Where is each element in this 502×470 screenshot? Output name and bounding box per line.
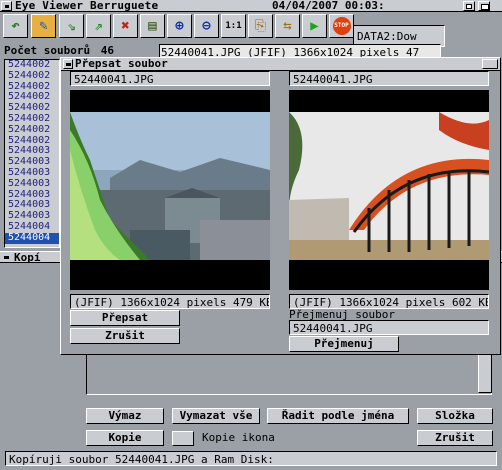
target-list[interactable] bbox=[86, 350, 492, 395]
file-count-label: Počet souborů 46 bbox=[4, 44, 114, 57]
scrollbar[interactable] bbox=[478, 353, 492, 393]
title-bar[interactable]: Eye Viewer Berruguete 04/04/2007 00:03: bbox=[0, 0, 502, 12]
depth-icon[interactable] bbox=[463, 1, 475, 11]
copy-button[interactable]: Kopie bbox=[86, 430, 164, 446]
overwrite-dialog: Přepsat soubor 52440041.JPG 52440041.JPG bbox=[60, 57, 501, 355]
folder-button[interactable]: Složka bbox=[417, 408, 493, 424]
window-title: Eye Viewer Berruguete bbox=[15, 0, 159, 12]
overwrite-button[interactable]: Přepsat bbox=[70, 310, 180, 326]
close-icon[interactable] bbox=[1, 1, 12, 11]
count-label-text: Počet souborů bbox=[4, 44, 91, 57]
list-item[interactable]: 5244002 bbox=[5, 71, 59, 82]
file-list[interactable]: 5244002 5244002 5244002 5244002 5244002 52440… bbox=[4, 59, 60, 248]
target-info: (JFIF) 1366x1024 pixels 602 KB bbox=[289, 294, 489, 309]
depth-icon[interactable] bbox=[482, 59, 498, 69]
image-edit-icon[interactable]: ✎ bbox=[31, 14, 56, 38]
target-photo bbox=[289, 90, 489, 290]
source-image-preview bbox=[70, 90, 270, 290]
source-photo bbox=[70, 90, 270, 290]
arrow-down-icon[interactable]: ⇘ bbox=[59, 14, 84, 38]
list-item[interactable]: 5244003 bbox=[5, 211, 59, 222]
sort-by-name-button[interactable]: Řadit podle jména bbox=[267, 408, 409, 424]
list-item[interactable]: 5244002 bbox=[5, 103, 59, 114]
status-bar: Kopíruji soubor 52440041.JPG a Ram Disk: bbox=[5, 451, 497, 466]
actual-size-icon[interactable]: 1:1 bbox=[221, 14, 246, 38]
info-icon[interactable]: ▤ bbox=[140, 14, 165, 38]
arrow-right-icon[interactable]: ⇗ bbox=[86, 14, 111, 38]
target-image-preview bbox=[289, 90, 489, 290]
list-item[interactable]: 5244004 bbox=[5, 222, 59, 233]
zoom-window-icon[interactable] bbox=[478, 1, 490, 11]
clear-all-button[interactable]: Vymazat vše bbox=[172, 408, 260, 424]
close-icon[interactable] bbox=[63, 59, 73, 69]
dialog-title: Přepsat soubor bbox=[75, 57, 168, 70]
list-item[interactable]: 5244002 bbox=[5, 92, 59, 103]
list-item[interactable]: 5244003 bbox=[5, 146, 59, 157]
rename-input[interactable]: 52440041.JPG bbox=[289, 320, 489, 335]
source-info: (JFIF) 1366x1024 pixels 479 KB bbox=[70, 294, 270, 309]
list-item[interactable]: 5244004 bbox=[5, 232, 59, 244]
zoom-out-icon[interactable]: ⊖ bbox=[194, 14, 219, 38]
list-item[interactable]: 5244002 bbox=[5, 60, 59, 71]
datetime-display: 04/04/2007 00:03: bbox=[272, 0, 385, 12]
clear-button[interactable]: Výmaz bbox=[86, 408, 164, 424]
cancel-button[interactable]: Zrušit bbox=[70, 328, 180, 344]
zoom-in-icon[interactable]: ⊕ bbox=[167, 14, 192, 38]
list-item[interactable]: 5244002 bbox=[5, 82, 59, 93]
copy-icon[interactable]: ⎘ bbox=[248, 14, 273, 38]
list-item[interactable]: 5244003 bbox=[5, 179, 59, 190]
source-filename: 52440041.JPG bbox=[70, 71, 270, 86]
list-item[interactable]: 5244002 bbox=[5, 136, 59, 147]
count-value: 46 bbox=[100, 44, 114, 57]
toolbar: ↶ ✎ ⇘ ⇗ ✖ ▤ ⊕ ⊖ 1:1 ⎘ ⇆ ▶ STOP DATA2:Dow bbox=[0, 13, 502, 47]
dialog-title-bar[interactable]: Přepsat soubor bbox=[61, 57, 500, 71]
list-item[interactable]: 5244003 bbox=[5, 190, 59, 201]
copy-icon-checkbox[interactable] bbox=[172, 431, 194, 446]
list-item[interactable]: 5244003 bbox=[5, 157, 59, 168]
cancel-copy-button[interactable]: Zrušit bbox=[417, 430, 493, 446]
move-icon[interactable]: ⇆ bbox=[275, 14, 300, 38]
target-filename: 52440041.JPG bbox=[289, 71, 489, 86]
list-item[interactable]: 5244003 bbox=[5, 168, 59, 179]
copy-icon-label: Kopie ikona bbox=[202, 431, 275, 444]
list-item[interactable]: 5244003 bbox=[5, 200, 59, 211]
rename-button[interactable]: Přejmenuj bbox=[289, 336, 399, 352]
list-item[interactable]: 5244002 bbox=[5, 114, 59, 125]
stop-icon[interactable]: STOP bbox=[329, 14, 354, 38]
list-item[interactable]: 5244002 bbox=[5, 125, 59, 136]
back-icon[interactable]: ↶ bbox=[3, 14, 28, 38]
close-icon[interactable] bbox=[2, 253, 12, 263]
play-icon[interactable]: ▶ bbox=[302, 14, 327, 38]
delete-icon[interactable]: ✖ bbox=[113, 14, 138, 38]
